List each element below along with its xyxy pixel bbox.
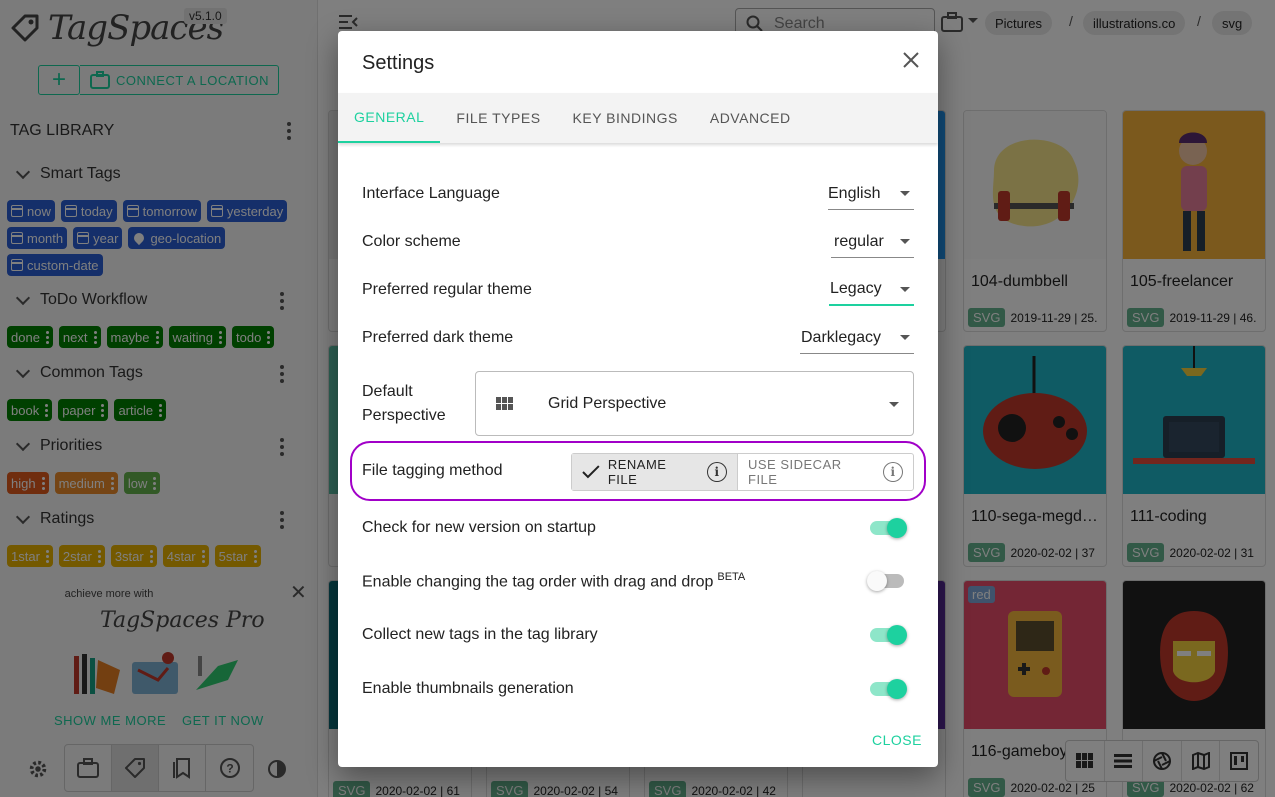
settings-dialog: Settings GENERAL FILE TYPES KEY BINDINGS… — [338, 31, 938, 767]
caret-down-icon — [900, 287, 910, 292]
setting-label: Enable changing the tag order with drag … — [362, 570, 746, 591]
switch-knob — [887, 679, 907, 699]
tagging-method-toggle: RENAME FILE i USE SIDECAR FILE i — [571, 453, 914, 491]
setting-collect-tags: Collect new tags in the tag library — [362, 622, 914, 648]
use-sidecar-option[interactable]: USE SIDECAR FILE i — [738, 454, 913, 490]
rename-file-option[interactable]: RENAME FILE i — [572, 454, 738, 490]
check-version-switch[interactable] — [870, 518, 907, 538]
setting-check-version: Check for new version on startup — [362, 515, 914, 541]
setting-thumbnails: Enable thumbnails generation — [362, 676, 914, 702]
setting-label: Preferred dark theme — [362, 329, 514, 346]
default-perspective-select[interactable]: Grid Perspective — [475, 371, 914, 436]
setting-color-scheme: Color scheme regular — [362, 226, 914, 258]
switch-knob — [867, 571, 887, 591]
close-icon[interactable] — [900, 49, 922, 71]
tab-key-bindings[interactable]: KEY BINDINGS — [557, 93, 694, 143]
switch-knob — [887, 625, 907, 645]
default-perspective-label: Default Perspective — [362, 383, 446, 424]
switch-knob — [887, 518, 907, 538]
caret-down-icon — [900, 335, 910, 340]
tab-general[interactable]: GENERAL — [338, 93, 441, 143]
color-scheme-select[interactable]: regular — [831, 226, 914, 258]
setting-regular-theme: Preferred regular theme Legacy — [362, 274, 914, 306]
setting-label: Color scheme — [362, 233, 461, 250]
tagging-method-label: File tagging method — [362, 462, 503, 479]
caret-down-icon — [900, 239, 910, 244]
close-button[interactable]: CLOSE — [872, 732, 922, 748]
tag-order-drag-switch[interactable] — [867, 571, 904, 591]
setting-tag-order-drag: Enable changing the tag order with drag … — [362, 568, 914, 594]
tab-advanced[interactable]: ADVANCED — [694, 93, 807, 143]
tab-file-types[interactable]: FILE TYPES — [440, 93, 556, 143]
grid-perspective-icon — [496, 396, 514, 411]
setting-label: Collect new tags in the tag library — [362, 626, 598, 643]
info-icon[interactable]: i — [883, 462, 903, 482]
dark-theme-select[interactable]: Darklegacy — [800, 322, 914, 354]
setting-label: Check for new version on startup — [362, 519, 596, 536]
setting-label: Interface Language — [362, 185, 500, 202]
info-icon[interactable]: i — [707, 462, 727, 482]
setting-dark-theme: Preferred dark theme Darklegacy — [362, 322, 914, 354]
settings-tabs: GENERAL FILE TYPES KEY BINDINGS ADVANCED — [338, 93, 938, 143]
setting-label: Preferred regular theme — [362, 281, 532, 298]
setting-interface-language: Interface Language English — [362, 178, 914, 210]
beta-badge: BETA — [717, 570, 746, 583]
collect-tags-switch[interactable] — [870, 625, 907, 645]
dialog-title: Settings — [362, 52, 435, 74]
caret-down-icon — [900, 191, 910, 196]
interface-language-select[interactable]: English — [828, 178, 914, 210]
caret-down-icon — [889, 402, 899, 407]
thumbnails-switch[interactable] — [870, 679, 907, 699]
check-icon — [582, 465, 600, 479]
regular-theme-select[interactable]: Legacy — [829, 274, 914, 306]
setting-label: Enable thumbnails generation — [362, 680, 574, 697]
